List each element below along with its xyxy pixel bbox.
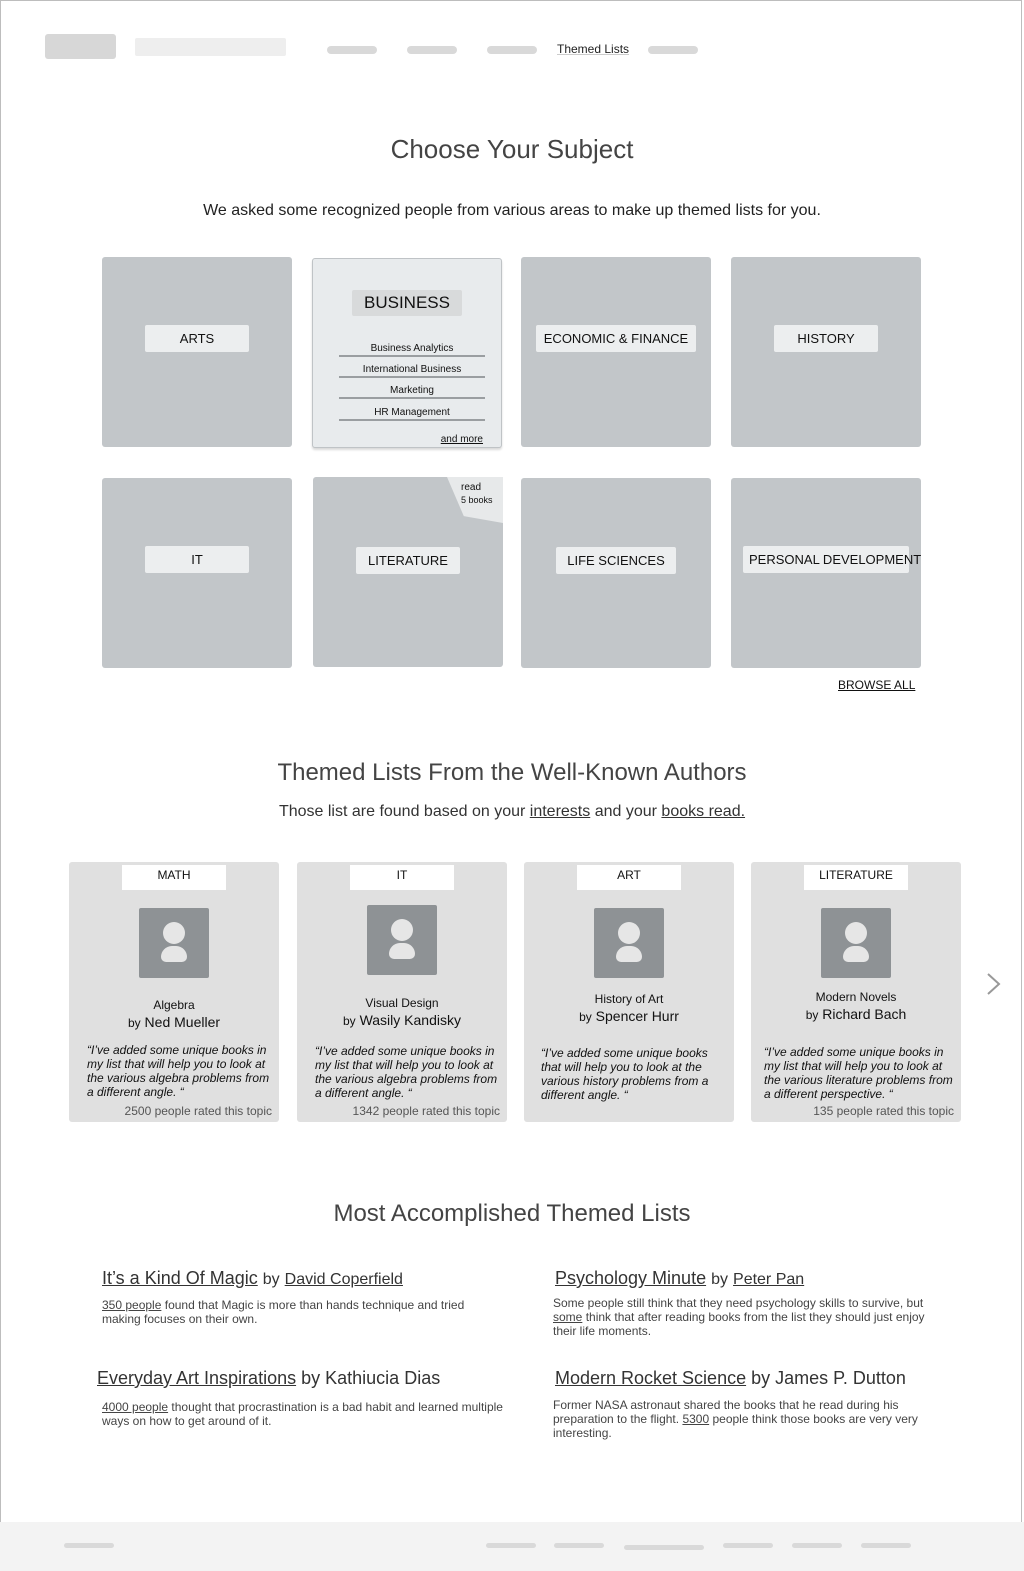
subject-tile-literature[interactable]: read 5 books LITERATURE — [313, 477, 503, 667]
subject-label: HISTORY — [774, 325, 878, 352]
business-subtopic-link[interactable]: Business Analytics — [339, 343, 485, 357]
subject-label: LIFE SCIENCES — [556, 547, 676, 574]
footer-link-placeholder[interactable] — [554, 1543, 604, 1548]
card-category-tag: ART — [577, 865, 681, 890]
author-card[interactable]: IT Visual Design by Wasily Kandisky “I’v… — [297, 862, 507, 1122]
footer-link-placeholder[interactable] — [64, 1543, 114, 1548]
avatar-icon — [594, 908, 664, 978]
accomplished-list-title: Everyday Art Inspirations by Kathiucia D… — [97, 1368, 441, 1388]
subject-tile-personal-development[interactable]: PERSONAL DEVELOPMENT — [731, 478, 921, 668]
accomplished-list-title: It’s a Kind Of Magic by David Coperfield — [102, 1268, 403, 1288]
people-count-link[interactable]: 350 people — [102, 1298, 161, 1312]
footer — [0, 1522, 1024, 1571]
list-link[interactable]: Modern Rocket Science — [555, 1368, 746, 1388]
accomplished-list-title: Psychology Minute by Peter Pan — [555, 1268, 805, 1288]
subject-label: BUSINESS — [352, 290, 462, 316]
some-link[interactable]: some — [553, 1310, 582, 1324]
subject-label: PERSONAL DEVELOPMENT — [743, 546, 921, 573]
read-books-badge-text: read 5 books — [461, 482, 493, 505]
nav-item-placeholder[interactable] — [487, 46, 537, 54]
card-rating-count: 135 people rated this topic — [813, 1104, 954, 1118]
accomplished-list-desc: Former NASA astronaut shared the books t… — [553, 1398, 918, 1440]
author-name: James P. Dutton — [775, 1368, 906, 1388]
nav-item-placeholder[interactable] — [327, 46, 377, 54]
footer-link-placeholder[interactable] — [486, 1543, 536, 1548]
card-topic: Modern Novels — [815, 990, 897, 1004]
subject-tile-life-sciences[interactable]: LIFE SCIENCES — [521, 478, 711, 668]
subject-label: ECONOMIC & FINANCE — [536, 325, 696, 352]
card-author: by Spencer Hurr — [579, 1008, 679, 1024]
nav-item-placeholder[interactable] — [648, 46, 698, 54]
business-more-link[interactable]: and more — [441, 434, 483, 445]
logo-placeholder[interactable] — [45, 34, 116, 59]
author-name: Kathiucia Dias — [325, 1368, 441, 1388]
list-link[interactable]: Psychology Minute — [555, 1268, 706, 1288]
subject-label: IT — [145, 546, 249, 573]
subject-tile-it[interactable]: IT — [102, 478, 292, 668]
subject-tile-arts[interactable]: ARTS — [102, 257, 292, 447]
list-link[interactable]: Everyday Art Inspirations — [97, 1368, 296, 1388]
subject-label: LITERATURE — [356, 547, 460, 574]
card-quote: “I’ve added some unique books that will … — [541, 1046, 709, 1102]
interests-link[interactable]: interests — [530, 803, 590, 820]
authors-heading: Themed Lists From the Well-Known Authors — [277, 759, 747, 786]
avatar-icon — [821, 908, 891, 978]
card-category-tag: MATH — [122, 865, 226, 890]
card-quote: “I’ve added some unique books in my list… — [315, 1044, 498, 1100]
subject-tile-history[interactable]: HISTORY — [731, 257, 921, 447]
card-rating-count: 1342 people rated this topic — [352, 1104, 500, 1118]
card-category-tag: IT — [350, 865, 454, 890]
footer-link-placeholder[interactable] — [723, 1543, 773, 1548]
card-author: by Ned Mueller — [127, 1014, 221, 1030]
accomplished-list-desc: Some people still think that they need p… — [553, 1296, 925, 1338]
subjects-subtitle: We asked some recognized people from var… — [203, 202, 821, 219]
footer-link-placeholder[interactable] — [624, 1545, 704, 1550]
card-quote: “I’ve added some unique books in my list… — [764, 1045, 953, 1101]
accomplished-list-desc: 350 people found that Magic is more than… — [102, 1298, 465, 1326]
nav-item-themed-lists[interactable]: Themed Lists — [557, 42, 629, 56]
search-placeholder[interactable] — [135, 38, 286, 56]
author-link[interactable]: Peter Pan — [733, 1271, 804, 1288]
card-topic: History of Art — [594, 992, 664, 1006]
card-topic: Algebra — [153, 998, 195, 1012]
accomplished-heading: Most Accomplished Themed Lists — [333, 1200, 691, 1227]
subject-label: ARTS — [145, 325, 249, 352]
card-author: by Wasily Kandisky — [343, 1012, 461, 1028]
subject-tile-economic-finance[interactable]: ECONOMIC & FINANCE — [521, 257, 711, 447]
books-read-link[interactable]: books read. — [661, 803, 745, 820]
authors-subtitle: Those list are found based on your inter… — [278, 803, 746, 820]
author-card[interactable]: ART History of Art by Spencer Hurr “I’ve… — [524, 862, 734, 1122]
business-subtopic-link[interactable]: International Business — [339, 364, 485, 378]
footer-link-placeholder[interactable] — [792, 1543, 842, 1548]
author-card[interactable]: LITERATURE Modern Novels by Richard Bach… — [751, 862, 961, 1122]
accomplished-list-title: Modern Rocket Science by James P. Dutton — [555, 1368, 906, 1388]
card-rating-count: 2500 people rated this topic — [124, 1104, 272, 1118]
subjects-heading: Choose Your Subject — [390, 134, 634, 164]
author-card[interactable]: MATH Algebra by Ned Mueller “I’ve added … — [69, 862, 279, 1122]
browse-all-link[interactable]: BROWSE ALL — [838, 678, 915, 692]
subject-tile-business[interactable]: BUSINESS Business Analytics Internationa… — [312, 258, 502, 448]
card-topic: Visual Design — [365, 996, 439, 1010]
footer-link-placeholder[interactable] — [861, 1543, 911, 1548]
card-quote: “I’ve added some unique books in my list… — [87, 1043, 270, 1099]
author-link[interactable]: David Coperfield — [285, 1271, 403, 1288]
people-count-link[interactable]: 4000 people — [102, 1400, 168, 1414]
business-subtopic-link[interactable]: Marketing — [339, 385, 485, 399]
page-frame: Themed Lists Choose Your Subject We aske… — [0, 0, 1022, 1522]
card-author: by Richard Bach — [805, 1006, 907, 1022]
avatar-icon — [367, 905, 437, 975]
business-subtopic-link[interactable]: HR Management — [339, 407, 485, 421]
nav-item-placeholder[interactable] — [407, 46, 457, 54]
accomplished-list-desc: 4000 people thought that procrastination… — [102, 1400, 503, 1428]
count-link[interactable]: 5300 — [682, 1412, 709, 1426]
avatar-icon — [139, 908, 209, 978]
list-link[interactable]: It’s a Kind Of Magic — [102, 1268, 258, 1288]
card-category-tag: LITERATURE — [804, 865, 908, 890]
chevron-right-icon[interactable] — [985, 972, 1003, 996]
